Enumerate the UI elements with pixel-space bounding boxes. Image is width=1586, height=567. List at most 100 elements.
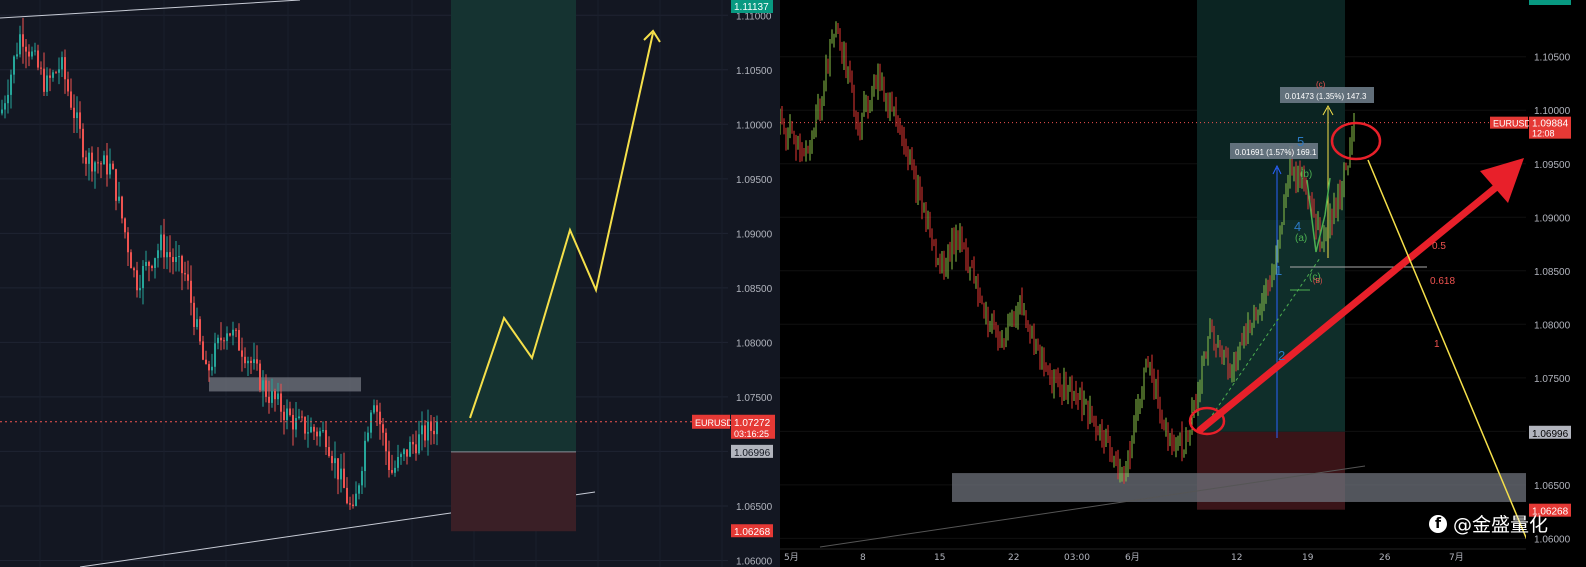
wave-label-a: (a) — [1295, 233, 1307, 244]
candle-body — [58, 69, 60, 73]
candle-body — [211, 366, 213, 371]
support-box — [209, 377, 361, 392]
candle-body — [100, 163, 102, 165]
candle-body — [97, 162, 99, 164]
candle-body — [370, 412, 372, 433]
time-tick-label: 15 — [934, 553, 945, 563]
candle-body — [247, 360, 249, 364]
candle-body — [397, 456, 399, 468]
candle-body — [328, 447, 330, 457]
price-tick-label: 1.06500 — [736, 502, 773, 513]
candle-body — [70, 91, 72, 108]
candle-body — [334, 458, 336, 464]
watermark-text: @金盛量化 — [1452, 514, 1548, 536]
symbol-label: EURUSD — [695, 418, 734, 428]
candle-body — [130, 252, 132, 269]
candle-body — [43, 68, 45, 92]
candle-body — [22, 34, 24, 47]
candle-body — [169, 252, 171, 258]
price-tick-label: 1.08500 — [1534, 267, 1571, 278]
candle-body — [79, 112, 81, 129]
countdown-label: 03:16:25 — [734, 429, 769, 439]
candle-body — [232, 329, 234, 336]
candle-body — [391, 470, 393, 473]
right-chart[interactable]: 0.01691 (1.57%) 169.1 0.01473 (1.35%) 147… — [780, 0, 1586, 567]
candle-body — [436, 421, 438, 435]
stop-price-label: 1.06996 — [1532, 429, 1569, 440]
candle-body — [352, 504, 354, 507]
candle-body — [25, 46, 27, 52]
wave-label-2: 2 — [1278, 348, 1285, 363]
candle-body — [262, 380, 264, 390]
candle-body — [64, 57, 66, 80]
candle-body — [289, 408, 291, 415]
price-tick-label: 1.07500 — [736, 393, 773, 404]
candle-body — [1, 109, 3, 114]
price-tick-label: 1.09000 — [1534, 213, 1571, 224]
candle-body — [283, 411, 285, 421]
candle-body — [199, 319, 201, 342]
candle-body — [421, 425, 423, 435]
price-tick-label: 1.10000 — [1534, 106, 1571, 117]
candle-body — [292, 414, 294, 430]
candle-body — [112, 163, 114, 170]
candle-body — [325, 430, 327, 448]
candle-body — [229, 333, 231, 336]
candle-body — [430, 421, 432, 431]
price-tick-label: 1.07500 — [1534, 374, 1571, 385]
candle-body — [76, 112, 78, 119]
candle-body — [145, 261, 147, 266]
candle-body — [193, 302, 195, 327]
candle-body — [37, 50, 39, 68]
wave-label-b-small: (B) — [1313, 278, 1322, 285]
price-tick-label: 1.10000 — [736, 120, 773, 131]
candle-body — [178, 256, 180, 258]
candle-body — [307, 432, 309, 434]
candle-body — [256, 359, 258, 364]
time-tick-label: 5月 — [784, 552, 799, 563]
price-tick-label: 1.08500 — [736, 284, 773, 295]
candle-body — [355, 493, 357, 507]
candle-body — [103, 155, 105, 165]
fib-label-0618: 0.618 — [1430, 276, 1455, 287]
candle-body — [238, 330, 240, 351]
wave-label-4: 4 — [1294, 219, 1301, 234]
target-zone — [451, 0, 576, 452]
candle-body — [208, 364, 210, 371]
candle-body — [190, 280, 192, 303]
candle-body — [274, 391, 276, 400]
candle-body — [94, 162, 96, 172]
candle-body — [28, 51, 30, 57]
fib-label-05: 0.5 — [1432, 241, 1446, 252]
left-chart[interactable]: 1.110001.105001.100001.095001.090001.085… — [0, 0, 780, 567]
candle-body — [49, 75, 51, 78]
candle-body — [403, 449, 405, 455]
candle-body — [55, 72, 57, 74]
candle-body — [34, 50, 36, 52]
candle-body — [157, 250, 159, 259]
wave-label-5: 5 — [1297, 134, 1304, 149]
candle-body — [415, 444, 417, 454]
candle-body — [106, 155, 108, 175]
candle-body — [316, 431, 318, 437]
time-tick-label: 19 — [1302, 553, 1314, 563]
candle-body — [154, 258, 156, 268]
candle-body — [418, 434, 420, 454]
candle-body — [172, 257, 174, 262]
candle-body — [4, 103, 6, 110]
target-zone-upper — [1197, 0, 1345, 220]
time-tick-label: 7月 — [1449, 552, 1464, 563]
time-tick-label: 8 — [860, 553, 866, 563]
candle-body — [346, 487, 348, 504]
right-chart-panel[interactable]: 0.01691 (1.57%) 169.1 0.01473 (1.35%) 147… — [780, 0, 1586, 567]
candle-body — [160, 234, 162, 251]
candle-body — [409, 441, 411, 457]
measure-label-2: 0.01473 (1.35%) 147.3 — [1285, 92, 1367, 101]
candle-body — [196, 319, 198, 327]
candle-body — [367, 432, 369, 441]
candle-body — [241, 350, 243, 357]
candle-body — [67, 79, 69, 92]
candle-body — [121, 196, 123, 219]
candle-body — [427, 421, 429, 441]
left-chart-panel[interactable]: 1.11000 1.10500 1.10000 1.09500 1.09000 1.085… — [0, 0, 780, 567]
